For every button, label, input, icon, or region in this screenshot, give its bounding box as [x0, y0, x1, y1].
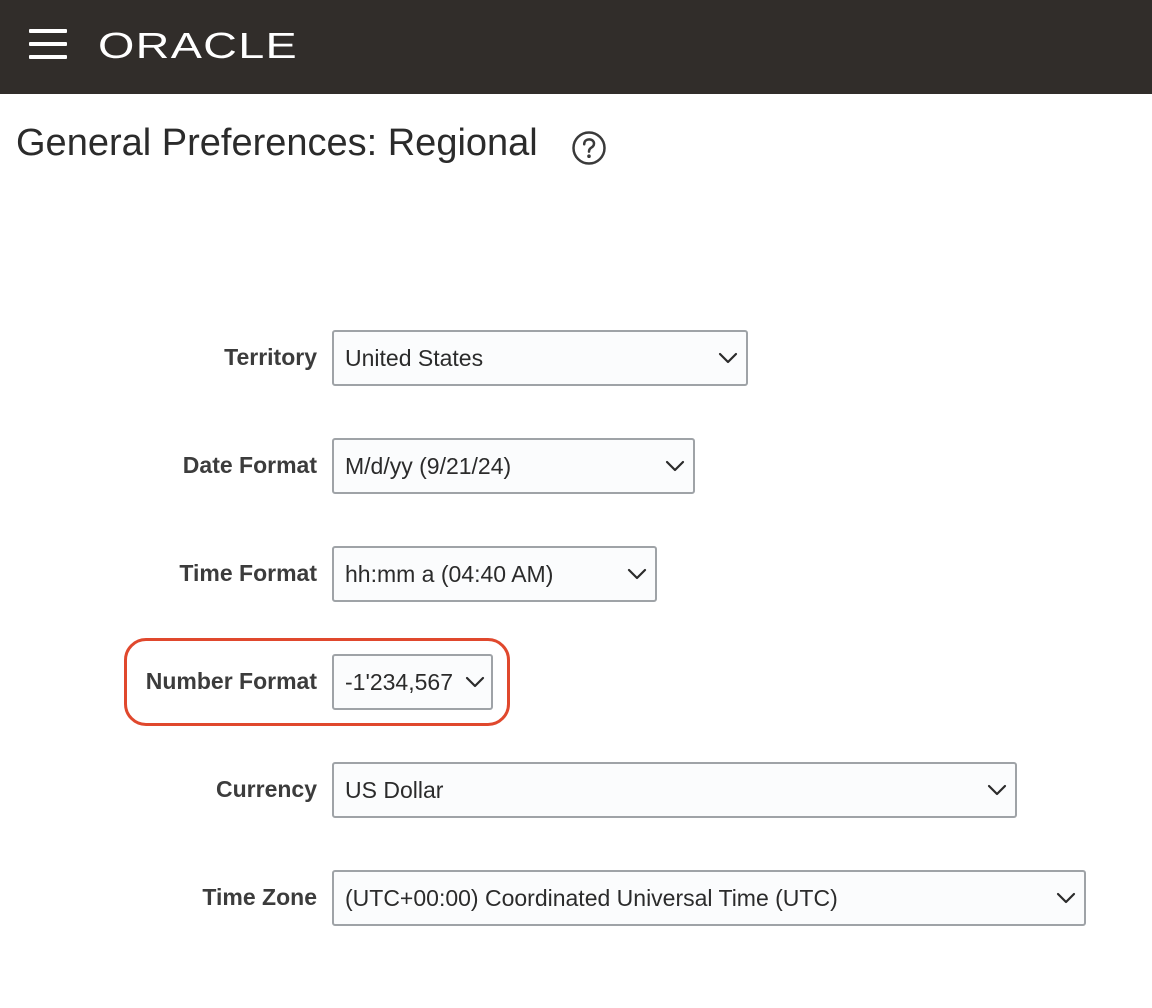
date-format-select[interactable]: M/d/yy (9/21/24)	[332, 438, 695, 494]
territory-select[interactable]: United States	[332, 330, 748, 386]
svg-text:ORACLE: ORACLE	[98, 26, 298, 66]
chevron-down-icon	[987, 784, 1007, 796]
territory-value: United States	[345, 345, 484, 371]
time-zone-value: (UTC+00:00) Coordinated Universal Time (…	[345, 885, 838, 911]
date-format-value: M/d/yy (9/21/24)	[345, 453, 512, 479]
chevron-down-icon	[718, 352, 738, 364]
currency-value: US Dollar	[345, 777, 444, 803]
currency-label: Currency	[216, 776, 317, 802]
hamburger-menu-icon[interactable]	[29, 29, 67, 59]
time-format-select[interactable]: hh:mm a (04:40 AM)	[332, 546, 657, 602]
currency-select[interactable]: US Dollar	[332, 762, 1017, 818]
help-icon[interactable]	[571, 130, 607, 166]
time-zone-select[interactable]: (UTC+00:00) Coordinated Universal Time (…	[332, 870, 1086, 926]
chevron-down-icon	[665, 460, 685, 472]
number-format-label: Number Format	[145, 668, 317, 694]
date-format-label: Date Format	[182, 452, 317, 478]
number-format-value: -1'234,567	[345, 669, 453, 695]
page-title: General Preferences: Regional	[16, 122, 538, 164]
time-format-label: Time Format	[179, 560, 317, 586]
top-navigation-bar: ORACLE	[0, 0, 1152, 94]
time-zone-label: Time Zone	[202, 884, 317, 910]
chevron-down-icon	[465, 676, 485, 688]
chevron-down-icon	[627, 568, 647, 580]
chevron-down-icon	[1056, 892, 1076, 904]
number-format-select[interactable]: -1'234,567	[332, 654, 493, 710]
oracle-logo: ORACLE	[98, 26, 298, 66]
territory-label: Territory	[224, 344, 317, 370]
time-format-value: hh:mm a (04:40 AM)	[345, 561, 554, 587]
